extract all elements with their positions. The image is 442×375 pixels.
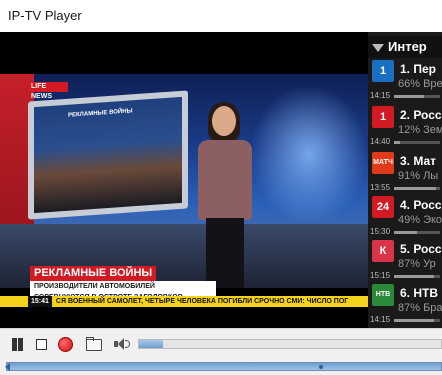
broadcast-frame: РЕКЛАМНЫЕ ВОЙНЫ LIFE NEWS	[0, 74, 368, 288]
ticker-time: 15:41	[28, 296, 52, 307]
window-title: IP-TV Player	[8, 8, 82, 23]
seek-thumb[interactable]	[319, 365, 324, 369]
ticker-text: СЯ ВОЕННЫЙ САМОЛЕТ, ЧЕТЫРЕ ЧЕЛОВЕКА ПОГИ…	[55, 298, 349, 305]
channel-item[interactable]: 24 4. Росс 49% Эко 15:30	[368, 196, 442, 241]
volume-fill	[139, 340, 164, 348]
control-bar	[0, 328, 442, 358]
channel-list-panel: Интер 1 1. Пер 66% Вре 14:15 1 2. Росс 12% Зем…	[368, 32, 442, 328]
channel-logo-icon: МАТЧ	[372, 152, 394, 174]
app-window: IP-TV Player РЕКЛАМНЫЕ ВОЙНЫ LIFE NEWS Р…	[0, 0, 442, 375]
video-viewport[interactable]: РЕКЛАМНЫЕ ВОЙНЫ LIFE NEWS РЕКЛАМНЫЕ ВОЙН…	[0, 32, 368, 328]
channel-time: 13:55	[370, 183, 391, 192]
channel-program: 12% Зем	[398, 124, 442, 136]
program-progress	[394, 187, 440, 190]
channel-time: 14:40	[370, 137, 391, 146]
title-bar: IP-TV Player	[0, 0, 442, 32]
volume-slider[interactable]	[138, 339, 442, 349]
channel-time: 15:30	[370, 227, 391, 236]
channel-logo-icon: 1	[372, 106, 394, 128]
seek-row	[0, 358, 442, 375]
pause-icon[interactable]	[8, 335, 26, 353]
speaker-icon[interactable]	[112, 335, 130, 353]
channel-logo-icon: 24	[372, 196, 394, 218]
program-progress	[394, 275, 440, 278]
studio-light	[250, 84, 368, 224]
channel-name: 3. Мат	[400, 154, 437, 168]
news-ticker: 15:41 СЯ ВОЕННЫЙ САМОЛЕТ, ЧЕТЫРЕ ЧЕЛОВЕКА…	[0, 296, 368, 307]
channel-logo-icon: 1	[372, 60, 394, 82]
channel-name: 4. Росс	[400, 198, 442, 212]
channel-time: 14:15	[370, 315, 391, 324]
channel-logo-icon: К	[372, 240, 394, 262]
studio-monitor: РЕКЛАМНЫЕ ВОЙНЫ	[28, 90, 188, 220]
station-logo: LIFE NEWS	[28, 82, 68, 100]
program-progress	[394, 95, 440, 98]
channel-name: 6. НТВ	[400, 286, 439, 300]
channel-name: 2. Росс	[400, 108, 442, 122]
channel-name: 5. Росс	[400, 242, 442, 256]
channel-logo-icon: НТВ	[372, 284, 394, 306]
channel-item[interactable]: НТВ 6. НТВ 87% Бра 14:15	[368, 284, 442, 328]
folder-icon[interactable]	[84, 335, 102, 353]
channel-program: 91% Лы	[398, 170, 439, 182]
program-progress-fill	[394, 319, 435, 322]
collapse-arrow-icon[interactable]	[372, 43, 384, 52]
seek-left-arrow-icon[interactable]	[5, 363, 10, 371]
channel-program: 87% Ур	[398, 258, 436, 270]
program-progress-fill	[394, 231, 417, 234]
channel-name: 1. Пер	[400, 62, 436, 76]
channel-group-header[interactable]: Интер	[368, 36, 442, 58]
channel-group-label: Интер	[388, 39, 427, 54]
program-progress-fill	[394, 95, 425, 98]
program-progress	[394, 231, 440, 234]
news-presenter	[192, 102, 258, 288]
program-progress	[394, 319, 440, 322]
channel-time: 15:15	[370, 271, 391, 280]
record-icon[interactable]	[56, 335, 74, 353]
seek-bar[interactable]	[5, 362, 442, 371]
program-progress-fill	[394, 187, 436, 190]
program-progress-fill	[394, 275, 435, 278]
channel-program: 87% Бра	[398, 302, 442, 314]
channel-program: 66% Вре	[398, 78, 442, 90]
news-headline: РЕКЛАМНЫЕ ВОЙНЫ	[30, 266, 157, 281]
channel-item[interactable]: 1 2. Росс 12% Зем 14:40	[368, 106, 442, 151]
program-progress-fill	[394, 141, 400, 144]
channel-item[interactable]: МАТЧ 3. Мат 91% Лы 13:55	[368, 152, 442, 197]
channel-item[interactable]: 1 1. Пер 66% Вре 14:15	[368, 60, 442, 105]
stop-icon[interactable]	[32, 335, 50, 353]
program-progress	[394, 141, 440, 144]
channel-program: 49% Эко	[398, 214, 442, 226]
channel-item[interactable]: К 5. Росс 87% Ур 15:15	[368, 240, 442, 285]
channel-time: 14:15	[370, 91, 391, 100]
